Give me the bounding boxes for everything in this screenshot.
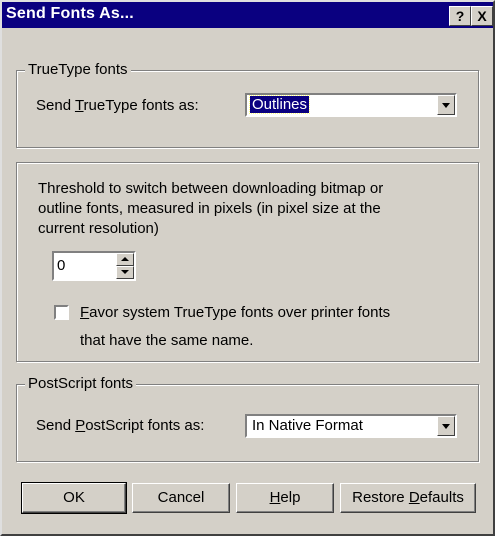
chevron-down-icon bbox=[442, 103, 450, 108]
help-button[interactable]: Help bbox=[236, 483, 334, 513]
postscript-group-legend: PostScript fonts bbox=[25, 375, 137, 392]
truetype-send-label: Send TrueType fonts as: bbox=[36, 97, 199, 114]
favor-system-fonts-label-line2[interactable]: that have the same name. bbox=[80, 332, 253, 349]
threshold-spinner[interactable]: 0 bbox=[52, 251, 136, 281]
truetype-format-value: Outlines bbox=[248, 95, 311, 114]
truetype-format-dropdown[interactable]: Outlines bbox=[245, 93, 457, 117]
truetype-dropdown-button[interactable] bbox=[437, 95, 455, 115]
postscript-dropdown-button[interactable] bbox=[437, 416, 455, 436]
spinner-up-button[interactable] bbox=[116, 253, 134, 266]
close-icon[interactable]: X bbox=[471, 6, 493, 26]
threshold-description-line2: outline fonts, measured in pixels (in pi… bbox=[38, 200, 381, 217]
send-fonts-dialog: Send Fonts As... ? X TrueType fonts Send… bbox=[0, 0, 495, 536]
threshold-value[interactable]: 0 bbox=[57, 257, 65, 274]
chevron-down-icon bbox=[121, 270, 129, 274]
postscript-send-label: Send PostScript fonts as: bbox=[36, 417, 205, 434]
title-bar[interactable]: Send Fonts As... ? X bbox=[2, 2, 493, 28]
chevron-down-icon bbox=[442, 424, 450, 429]
postscript-format-dropdown[interactable]: In Native Format bbox=[245, 414, 457, 438]
ok-button[interactable]: OK bbox=[21, 482, 127, 514]
restore-defaults-button[interactable]: Restore Defaults bbox=[340, 483, 476, 513]
truetype-group-legend: TrueType fonts bbox=[25, 61, 131, 78]
favor-system-fonts-checkbox[interactable] bbox=[54, 305, 69, 320]
cancel-button[interactable]: Cancel bbox=[132, 483, 230, 513]
chevron-up-icon bbox=[121, 257, 129, 261]
threshold-description-line3: current resolution) bbox=[38, 220, 159, 237]
threshold-description-line1: Threshold to switch between downloading … bbox=[38, 180, 384, 197]
favor-system-fonts-label-line1[interactable]: Favor system TrueType fonts over printer… bbox=[80, 304, 390, 321]
dialog-title: Send Fonts As... bbox=[6, 5, 134, 22]
spinner-down-button[interactable] bbox=[116, 266, 134, 279]
postscript-format-value: In Native Format bbox=[252, 417, 363, 434]
help-icon[interactable]: ? bbox=[449, 6, 471, 26]
